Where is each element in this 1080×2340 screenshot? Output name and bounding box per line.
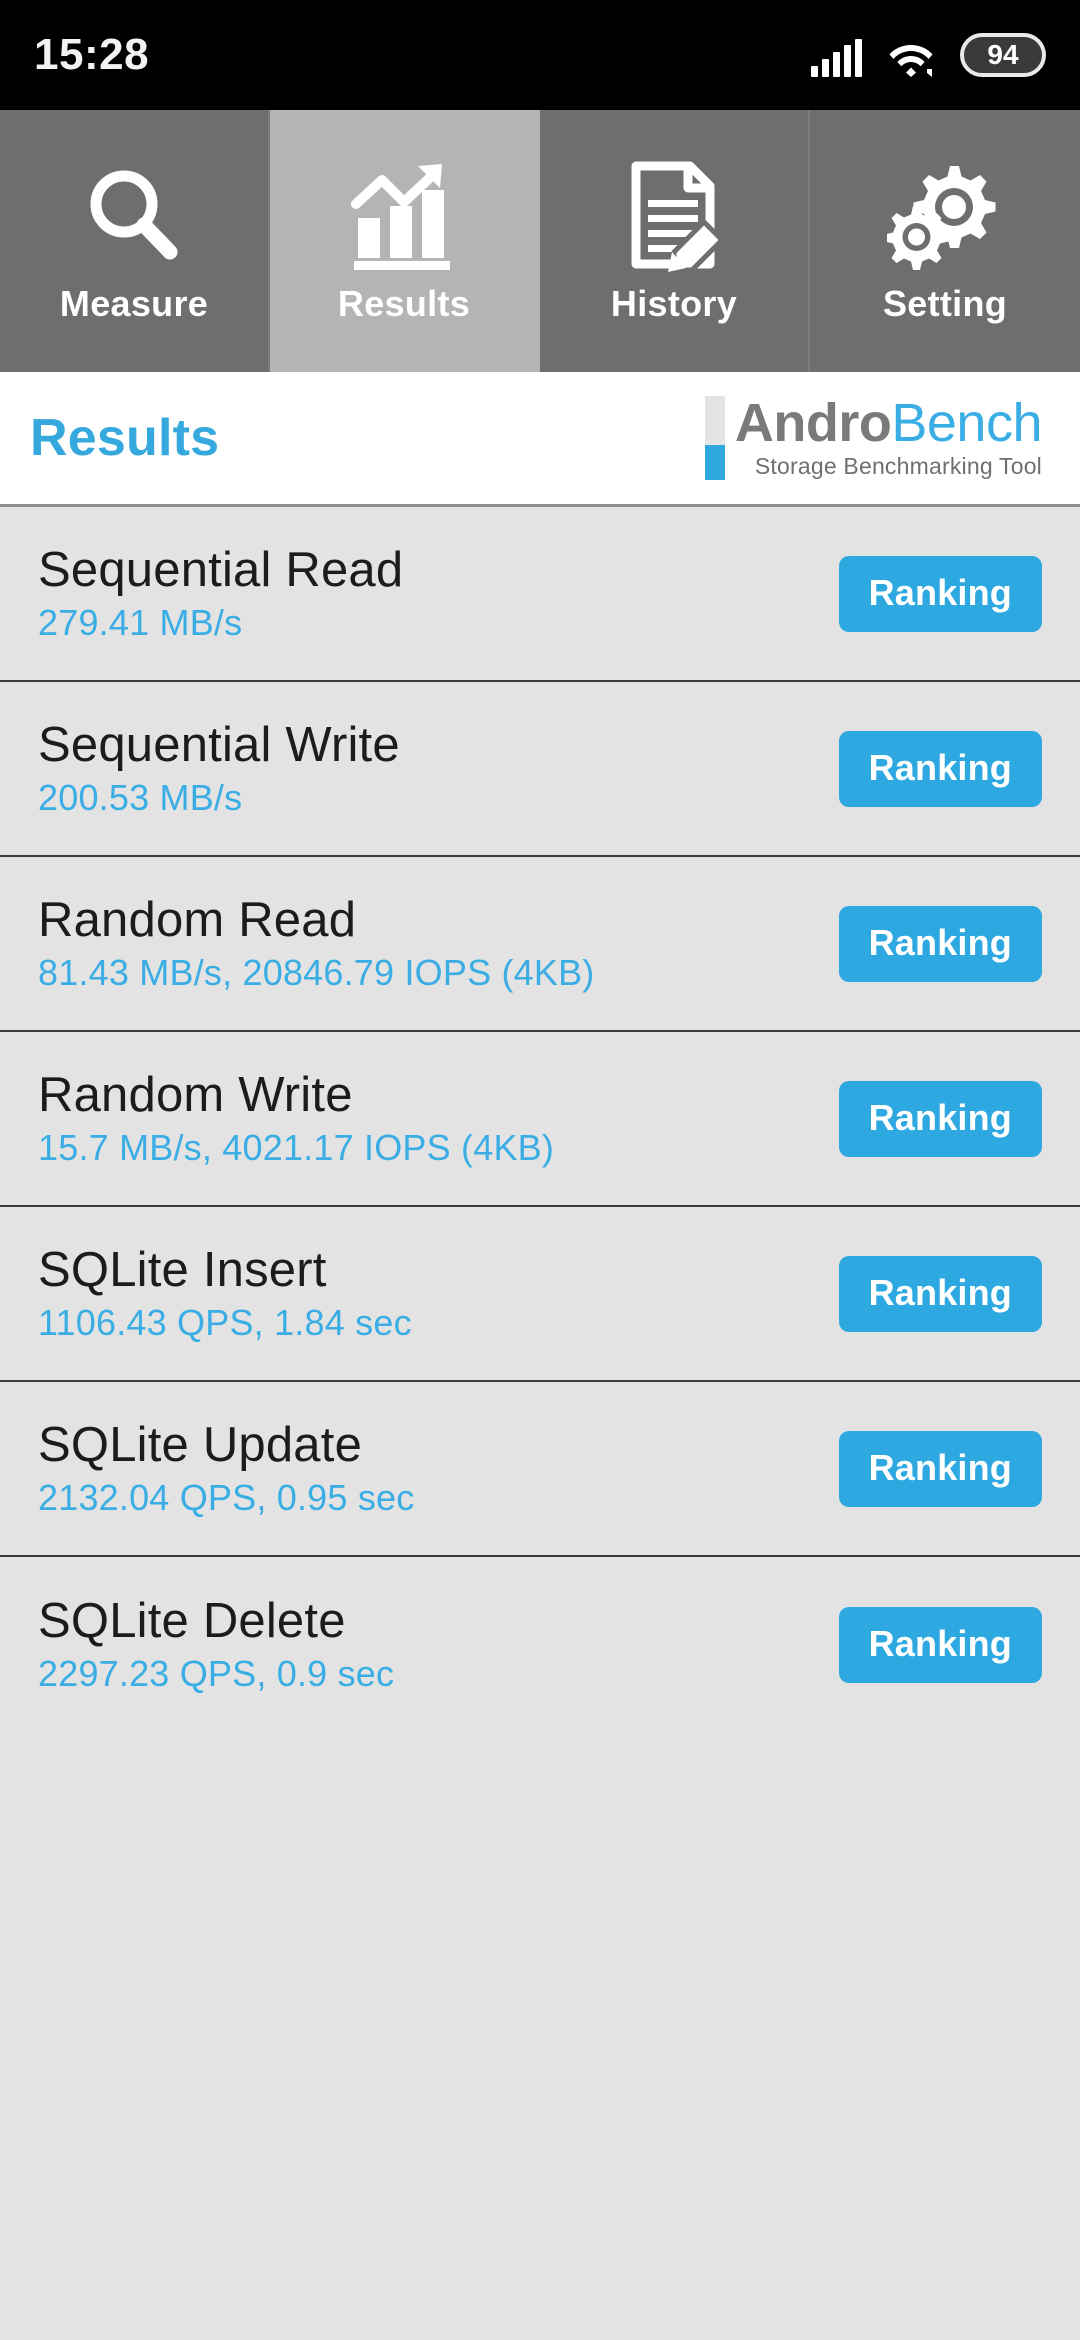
logo-text: AndroBench Storage Benchmarking Tool	[734, 392, 1043, 480]
result-text: Random Write 15.7 MB/s, 4021.17 IOPS (4K…	[38, 1071, 554, 1166]
battery-level: 94	[987, 39, 1019, 70]
result-name: SQLite Delete	[38, 1594, 346, 1648]
table-row[interactable]: Sequential Write 200.53 MB/s Ranking	[0, 682, 1080, 857]
result-value: 1106.43 QPS, 1.84 sec	[38, 1302, 412, 1343]
ranking-button[interactable]: Ranking	[838, 1255, 1042, 1332]
result-value: 279.41 MB/s	[38, 602, 243, 643]
tab-history[interactable]: History	[540, 110, 810, 372]
ranking-button[interactable]: Ranking	[838, 905, 1042, 982]
result-text: SQLite Insert 1106.43 QPS, 1.84 sec	[38, 1246, 412, 1341]
result-name: Sequential Read	[38, 543, 404, 597]
result-name: SQLite Update	[38, 1418, 363, 1472]
table-row[interactable]: SQLite Delete 2297.23 QPS, 0.9 sec Ranki…	[0, 1557, 1080, 1732]
result-text: SQLite Update 2132.04 QPS, 0.95 sec	[38, 1421, 414, 1516]
tab-measure[interactable]: Measure	[0, 110, 270, 372]
result-value: 81.43 MB/s, 20846.79 IOPS (4KB)	[38, 952, 595, 993]
logo-andro: Andro	[734, 392, 892, 453]
result-text: Sequential Write 200.53 MB/s	[38, 721, 400, 816]
table-row[interactable]: SQLite Insert 1106.43 QPS, 1.84 sec Rank…	[0, 1207, 1080, 1382]
logo-bench: Bench	[891, 392, 1042, 453]
main-tab-bar: Measure Results History Setting	[0, 110, 1080, 372]
results-list: Sequential Read 279.41 MB/s Ranking Sequ…	[0, 507, 1080, 2340]
ranking-button[interactable]: Ranking	[838, 555, 1042, 632]
table-row[interactable]: Random Write 15.7 MB/s, 4021.17 IOPS (4K…	[0, 1032, 1080, 1207]
ranking-button[interactable]: Ranking	[838, 1606, 1042, 1683]
tab-measure-label: Measure	[59, 283, 209, 324]
tab-history-label: History	[610, 283, 738, 324]
logo-wordmark: AndroBench	[734, 392, 1043, 453]
result-name: Sequential Write	[38, 718, 400, 772]
battery-icon: 94	[960, 33, 1046, 77]
wifi-icon	[888, 39, 934, 77]
page-title: Results	[30, 409, 220, 467]
result-value: 200.53 MB/s	[38, 777, 243, 818]
ranking-button[interactable]: Ranking	[838, 1080, 1042, 1157]
app-header: Results AndroBench Storage Benchmarking …	[0, 372, 1080, 507]
logo-tagline: Storage Benchmarking Tool	[754, 453, 1042, 480]
status-icons: 94	[811, 33, 1046, 77]
table-row[interactable]: Random Read 81.43 MB/s, 20846.79 IOPS (4…	[0, 857, 1080, 1032]
result-text: Sequential Read 279.41 MB/s	[38, 546, 403, 641]
result-text: Random Read 81.43 MB/s, 20846.79 IOPS (4…	[38, 896, 595, 991]
signal-bars-icon	[811, 39, 862, 77]
table-row[interactable]: Sequential Read 279.41 MB/s Ranking	[0, 507, 1080, 682]
tab-setting[interactable]: Setting	[810, 110, 1080, 372]
bar-chart-icon	[348, 157, 460, 275]
status-clock: 15:28	[34, 30, 150, 79]
ranking-button[interactable]: Ranking	[838, 1430, 1042, 1507]
table-row[interactable]: SQLite Update 2132.04 QPS, 0.95 sec Rank…	[0, 1382, 1080, 1557]
result-text: SQLite Delete 2297.23 QPS, 0.9 sec	[38, 1597, 394, 1692]
gears-icon	[887, 157, 1003, 275]
androbench-logo: AndroBench Storage Benchmarking Tool	[704, 392, 1050, 481]
tab-results[interactable]: Results	[270, 110, 540, 372]
result-value: 2132.04 QPS, 0.95 sec	[38, 1477, 415, 1518]
ranking-button[interactable]: Ranking	[838, 730, 1042, 807]
logo-accent-bar	[704, 395, 725, 481]
result-name: Random Write	[38, 1068, 353, 1122]
result-value: 15.7 MB/s, 4021.17 IOPS (4KB)	[38, 1127, 555, 1168]
tab-results-label: Results	[337, 283, 471, 324]
document-pencil-icon	[618, 157, 730, 275]
tab-setting-label: Setting	[882, 283, 1008, 324]
result-value: 2297.23 QPS, 0.9 sec	[38, 1653, 395, 1694]
status-bar: 15:28 94	[0, 0, 1080, 110]
magnifier-icon	[80, 157, 188, 275]
result-name: SQLite Insert	[38, 1243, 327, 1297]
result-name: Random Read	[38, 893, 357, 947]
